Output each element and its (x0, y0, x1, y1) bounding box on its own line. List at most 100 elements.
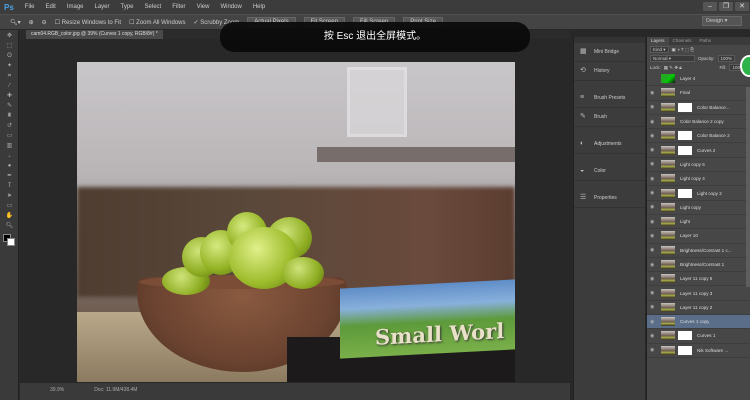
history-brush-tool-icon[interactable]: ↺ (5, 123, 14, 130)
visibility-eye-icon[interactable]: ◉ (650, 233, 658, 239)
layer-row[interactable]: ◉ Color Balance 2 (647, 129, 750, 144)
layer-row[interactable]: ◉ Curves 1 copy (647, 315, 750, 330)
menu-view[interactable]: View (197, 4, 210, 10)
clone-stamp-tool-icon[interactable]: ♜ (5, 113, 14, 120)
blend-mode-select[interactable]: Normal ▾ (650, 55, 695, 62)
layer-row[interactable]: ◉ Layer 11 copy 5 (647, 272, 750, 287)
zoom-in-icon[interactable]: ⊕ (29, 19, 34, 26)
layer-row[interactable]: ◉ Layer 11 copy 2 (647, 301, 750, 316)
zoom-all-checkbox[interactable]: ☐ Zoom All Windows (129, 19, 185, 26)
zoom-tool-icon[interactable]: 🔍︎▾ (10, 19, 21, 26)
layer-row[interactable]: ◉ Curves 1 (647, 329, 750, 344)
lasso-tool-icon[interactable]: ʘ (5, 53, 14, 60)
pen-tool-icon[interactable]: ✒ (5, 173, 14, 180)
menu-type[interactable]: Type (121, 4, 134, 10)
layer-row[interactable]: ◉ Brightness/Contrast 1 c... (647, 244, 750, 258)
zoom-tool-icon[interactable]: 🔍︎ (5, 223, 14, 230)
menu-window[interactable]: Window (220, 4, 241, 10)
layer-row[interactable]: ◉ Light copy 4 (647, 172, 750, 187)
menu-help[interactable]: Help (253, 4, 265, 10)
visibility-eye-icon[interactable]: ◉ (650, 190, 658, 196)
layer-row[interactable]: ◉ Nik Software ... (647, 344, 750, 358)
blur-tool-icon[interactable]: 💧︎ (5, 153, 14, 160)
hand-tool-icon[interactable]: ✋ (5, 213, 14, 220)
close-button[interactable]: ✕ (735, 2, 749, 11)
dock-brush[interactable]: ✎ Brush (574, 108, 645, 127)
menu-layer[interactable]: Layer (95, 4, 110, 10)
zoom-level[interactable]: 39.9% (50, 387, 64, 396)
layer-row[interactable]: ◉ Light copy 2 (647, 186, 750, 201)
visibility-eye-icon[interactable]: ◉ (650, 147, 658, 153)
zoom-out-icon[interactable]: ⊖ (42, 19, 47, 26)
opacity-input[interactable]: 100% (717, 55, 736, 62)
visibility-eye-icon[interactable]: ◉ (650, 262, 658, 268)
visibility-eye-icon[interactable]: ◉ (650, 347, 658, 353)
healing-tool-icon[interactable]: ✚ (5, 93, 14, 100)
type-tool-icon[interactable]: T (5, 183, 14, 190)
dock-brush-presets[interactable]: ≡ Brush Presets (574, 89, 645, 108)
layer-row[interactable]: ◉ Layer 10 (647, 229, 750, 244)
color-swatches[interactable] (3, 234, 15, 248)
eraser-tool-icon[interactable]: ▭ (5, 133, 14, 140)
tab-layers[interactable]: Layers (647, 37, 669, 45)
visibility-eye-icon[interactable]: ◉ (650, 176, 658, 182)
menu-filter[interactable]: Filter (172, 4, 185, 10)
layer-row[interactable]: ◉ Curves 2 (647, 143, 750, 158)
layer-row[interactable]: ◉ Light copy 5 (647, 158, 750, 173)
restore-button[interactable]: ❐ (719, 2, 733, 11)
layer-row[interactable]: ◉ Final (647, 86, 750, 101)
layer-row[interactable]: ◉ Layer 11 copy 3 (647, 286, 750, 301)
path-select-tool-icon[interactable]: ➤ (5, 193, 14, 200)
visibility-eye-icon[interactable]: ◉ (650, 247, 658, 253)
visibility-eye-icon[interactable]: ◉ (650, 304, 658, 310)
filter-icons[interactable]: ▣ ◑ T ⬚ ⎘ (672, 47, 694, 53)
dock-color[interactable]: ◒ Color (574, 162, 645, 181)
visibility-eye-icon[interactable]: ◉ (650, 219, 658, 225)
visibility-eye-icon[interactable]: ◉ (650, 204, 658, 210)
brush-tool-icon[interactable]: ✎ (5, 103, 14, 110)
menu-edit[interactable]: Edit (45, 4, 55, 10)
visibility-eye-icon[interactable]: ◉ (650, 290, 658, 296)
quick-select-tool-icon[interactable]: ✦ (5, 63, 14, 70)
layer-name: Curves 1 copy (680, 319, 710, 325)
move-tool-icon[interactable]: ✥ (5, 33, 14, 40)
document-tab[interactable]: cam04.RGB_color.jpg @ 39% (Curves 1 copy… (26, 30, 163, 39)
layers-scrollbar[interactable] (746, 87, 750, 287)
visibility-eye-icon[interactable]: ◉ (650, 333, 658, 339)
tab-paths[interactable]: Paths (696, 37, 716, 45)
menu-select[interactable]: Select (145, 4, 162, 10)
layer-row[interactable]: ◉ Light (647, 215, 750, 230)
minimize-button[interactable]: – (703, 2, 717, 11)
visibility-eye-icon[interactable]: ◉ (650, 161, 658, 167)
shape-tool-icon[interactable]: ▭ (5, 203, 14, 210)
workspace-select[interactable]: Design ▾ (702, 16, 742, 26)
menu-file[interactable]: File (25, 4, 35, 10)
visibility-eye-icon[interactable]: ◉ (650, 319, 658, 325)
layer-mask-thumbnail (678, 345, 692, 355)
visibility-eye-icon[interactable]: ◉ (650, 119, 658, 125)
layer-row[interactable]: ◉ Brightness/Contrast 1 (647, 258, 750, 273)
dodge-tool-icon[interactable]: ● (5, 163, 14, 170)
layer-row[interactable]: Layer 4 (647, 72, 750, 87)
marquee-tool-icon[interactable]: ⬚ (5, 43, 14, 50)
dock-adjustments[interactable]: ◐ Adjustments (574, 135, 645, 154)
dock-mini-bridge[interactable]: ▦ Mini Bridge (574, 43, 645, 62)
document-image[interactable]: Small Worl (77, 62, 515, 382)
resize-windows-checkbox[interactable]: ☐ Resize Windows to Fit (55, 19, 121, 26)
visibility-eye-icon[interactable]: ◉ (650, 133, 658, 139)
dock-properties[interactable]: ☰ Properties (574, 189, 645, 208)
menu-image[interactable]: Image (67, 4, 84, 10)
gradient-tool-icon[interactable]: ▥ (5, 143, 14, 150)
lock-icons[interactable]: ▦ ✎ ✥ 🔒︎ (664, 65, 682, 71)
layer-row[interactable]: ◉ Light copy (647, 201, 750, 215)
layer-row[interactable]: ◉ Color Balance 2 copy (647, 115, 750, 130)
eyedropper-tool-icon[interactable]: ⁄ (5, 83, 14, 90)
crop-tool-icon[interactable]: ⌗ (5, 73, 14, 80)
kind-filter-select[interactable]: Kind ▾ (650, 46, 669, 53)
dock-history[interactable]: ⟲ History (574, 62, 645, 81)
tab-channels[interactable]: Channels (669, 37, 696, 45)
visibility-eye-icon[interactable]: ◉ (650, 276, 658, 282)
layer-row[interactable]: ◉ Color Balance... (647, 101, 750, 115)
visibility-eye-icon[interactable]: ◉ (650, 90, 658, 96)
visibility-eye-icon[interactable]: ◉ (650, 104, 658, 110)
